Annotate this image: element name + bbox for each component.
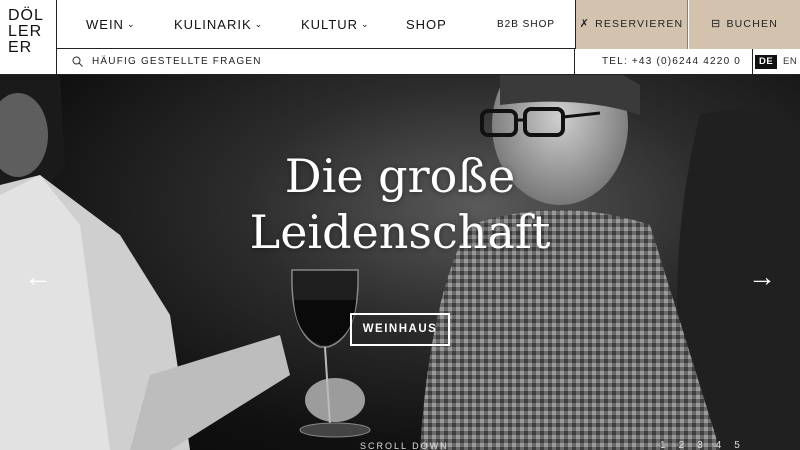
nav-item-wein[interactable]: WEIN ⌄ [86, 0, 136, 49]
nav-item-shop[interactable]: SHOP [406, 0, 447, 49]
book-label: BUCHEN [726, 18, 778, 30]
nav-item-label: SHOP [406, 17, 447, 32]
logo-line-2: LER [8, 23, 43, 40]
site-header: DÖL LER ER WEIN ⌄ KULINARIK ⌄ KULTUR ⌄ SHOP… [0, 0, 800, 75]
lang-de[interactable]: DE [755, 55, 778, 69]
slide-page-3[interactable]: 3 [697, 440, 703, 450]
hero-title-line-1: Die große [284, 149, 516, 203]
weinhaus-button[interactable]: WEINHAUS [350, 313, 450, 346]
sub-bar: HÄUFIG GESTELLTE FRAGEN TEL: +43 (0)6244… [57, 49, 800, 75]
nav-item-b2b-shop[interactable]: B2B SHOP [497, 0, 555, 49]
chevron-down-icon: ⌄ [126, 19, 136, 29]
slide-page-5[interactable]: 5 [734, 440, 740, 450]
hero-title-line-2: Leidenschaft [249, 205, 551, 259]
chevron-down-icon: ⌄ [254, 19, 264, 29]
lang-en[interactable]: EN [779, 55, 800, 69]
nav-item-label: B2B SHOP [497, 19, 556, 30]
bed-icon: ⊟ [711, 18, 722, 30]
logo[interactable]: DÖL LER ER [0, 0, 57, 75]
reserve-label: RESERVIEREN [595, 18, 684, 30]
next-arrow-icon[interactable]: → [748, 263, 776, 291]
reserve-button[interactable]: ✗ RESERVIEREN [575, 0, 688, 49]
nav-item-label: KULINARIK [174, 17, 252, 32]
hero-title: Die große Leidenschaft [0, 148, 800, 260]
prev-arrow-icon[interactable]: ← [24, 263, 52, 291]
chevron-down-icon: ⌄ [361, 19, 370, 29]
phone-link[interactable]: TEL: +43 (0)6244 4220 0 [602, 49, 741, 75]
book-button[interactable]: ⊟ BUCHEN [689, 0, 800, 49]
logo-line-1: DÖL [8, 7, 44, 24]
scroll-down-label[interactable]: SCROLL DOWN [360, 441, 449, 450]
faq-search[interactable]: HÄUFIG GESTELLTE FRAGEN [57, 49, 575, 75]
main-nav: WEIN ⌄ KULINARIK ⌄ KULTUR ⌄ SHOP B2B SHOP [57, 0, 575, 49]
slide-page-1[interactable]: 1 [660, 440, 666, 450]
nav-item-kulinarik[interactable]: KULINARIK ⌄ [174, 0, 263, 49]
hero-image [0, 75, 800, 450]
slide-page-4[interactable]: 4 [716, 440, 722, 450]
nav-item-label: KULTUR [301, 17, 359, 32]
divider [752, 49, 753, 75]
faq-label: HÄUFIG GESTELLTE FRAGEN [92, 56, 262, 67]
cutlery-icon: ✗ [579, 18, 591, 30]
logo-line-3: ER [8, 39, 33, 56]
slide-pagination: 1 2 3 4 5 [660, 440, 753, 450]
hero-slider: Die große Leidenschaft WEINHAUS ← → SCRO… [0, 75, 800, 450]
search-icon [72, 56, 83, 67]
slide-page-2[interactable]: 2 [679, 440, 685, 450]
nav-item-label: WEIN [86, 17, 124, 32]
nav-item-kultur[interactable]: KULTUR ⌄ [301, 0, 370, 49]
